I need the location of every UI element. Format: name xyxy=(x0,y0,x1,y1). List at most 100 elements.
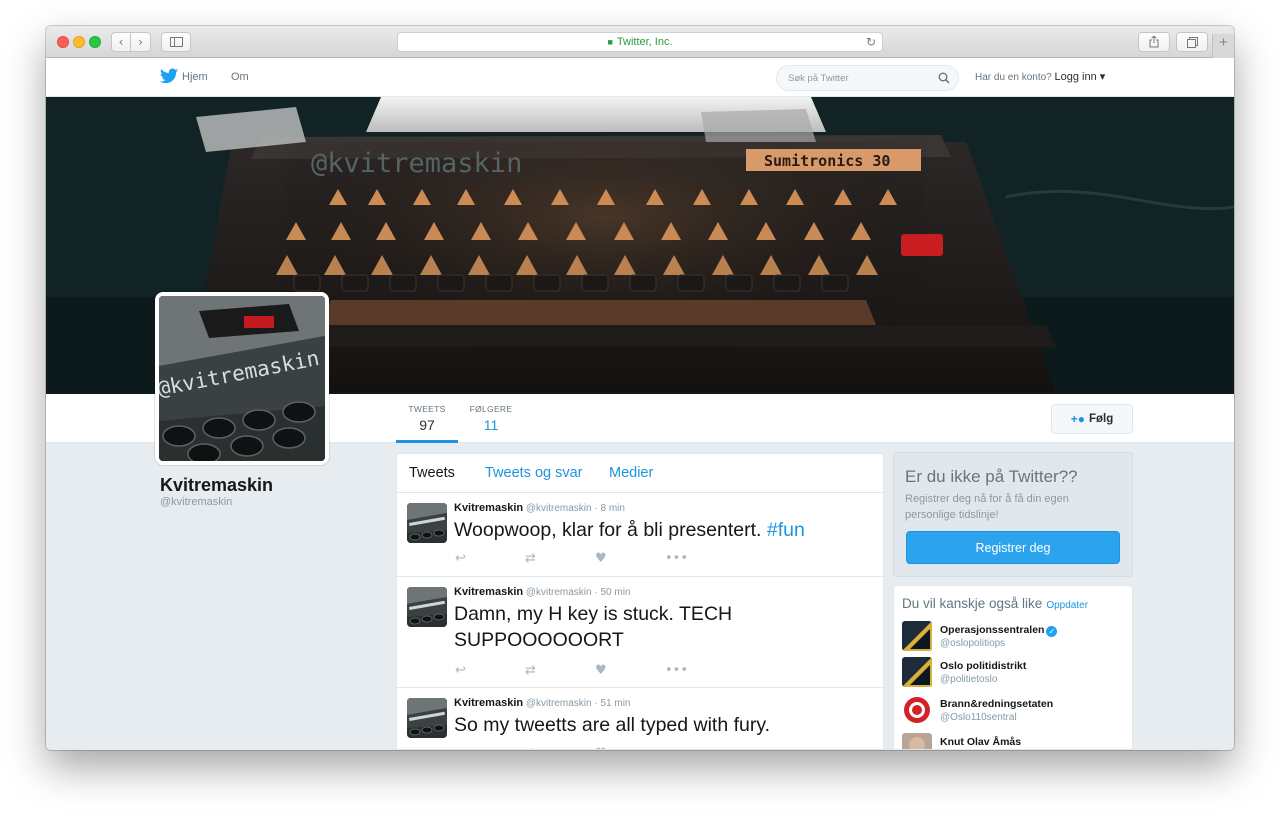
tweet-header: Kvitremaskin @kvitremaskin · 51 min xyxy=(454,697,631,709)
forward-button[interactable]: › xyxy=(131,32,151,52)
tweet[interactable]: Kvitremaskin @kvitremaskin · 8 min Woopw… xyxy=(397,493,883,577)
suggestion-item[interactable]: Knut Olav Åmås xyxy=(902,733,1127,749)
profile-name[interactable]: Kvitremaskin xyxy=(160,475,273,496)
sidebar-toggle-button[interactable] xyxy=(161,32,191,52)
tweet-timestamp[interactable]: · 50 min xyxy=(594,587,630,598)
banner-handle-text: @kvitremaskin xyxy=(311,148,522,179)
search-icon[interactable] xyxy=(938,72,950,84)
suggestion-avatar[interactable] xyxy=(902,621,932,651)
verified-badge-icon: ✓ xyxy=(1046,626,1058,637)
tweet-avatar[interactable] xyxy=(407,698,447,738)
register-button[interactable]: Registrer deg xyxy=(906,531,1120,564)
retweet-icon[interactable]: ⇄ xyxy=(525,551,595,566)
top-navigation: Hjem Om Søk på Twitter Har du en konto? … xyxy=(46,58,1234,97)
tweet-author-handle[interactable]: @kvitremaskin xyxy=(526,587,592,598)
reply-icon[interactable]: ↩ xyxy=(455,551,525,566)
tweet-timestamp[interactable]: · 51 min xyxy=(594,698,630,709)
zoom-window-button[interactable] xyxy=(89,36,101,48)
stat-tweets[interactable]: TWEETS 97 xyxy=(396,404,458,443)
sidebar-icon xyxy=(169,37,183,47)
stat-followers-value: 11 xyxy=(483,417,499,433)
login-dropdown[interactable]: Logg inn ▾ xyxy=(1055,71,1106,83)
suggestion-name[interactable]: Oslo politidistrikt xyxy=(940,660,1026,672)
retweet-icon[interactable]: ⇄ xyxy=(525,663,595,678)
suggestion-name-text: Operasjonssentralen xyxy=(940,624,1045,636)
like-icon[interactable]: ♥ xyxy=(595,663,665,678)
suggestion-item[interactable]: Oslo politidistrikt @politietoslo xyxy=(902,657,1127,689)
nav-about-link[interactable]: Om xyxy=(231,71,249,83)
signup-title: Er du ikke på Twitter?? xyxy=(905,467,1078,486)
timeline: Tweets Tweets og svar Medier Kvitremaski… xyxy=(396,453,884,750)
more-icon[interactable]: ••• xyxy=(665,663,735,678)
reply-icon[interactable]: ↩ xyxy=(455,746,525,749)
tabs-icon xyxy=(1186,36,1198,48)
browser-toolbar: ‹ › ■ Twitter, Inc. ↻ + xyxy=(46,26,1234,58)
tweet-text: So my tweetts are all typed with fury. xyxy=(454,714,771,736)
tweet[interactable]: Kvitremaskin @kvitremaskin · 51 min So m… xyxy=(397,688,883,749)
tweet-author-name[interactable]: Kvitremaskin xyxy=(454,697,523,709)
suggestion-handle[interactable]: @politietoslo xyxy=(940,674,997,685)
suggestion-avatar[interactable] xyxy=(902,657,932,687)
tweet-timestamp[interactable]: · 8 min xyxy=(594,503,625,514)
tabs-overview-button[interactable] xyxy=(1176,32,1208,52)
avatar-image: @kvitremaskin xyxy=(159,296,325,461)
more-icon[interactable]: ••• xyxy=(665,551,735,566)
tab-tweets-and-replies[interactable]: Tweets og svar xyxy=(485,465,583,481)
suggestions-title: Du vil kanskje også like Oppdater xyxy=(902,596,1088,611)
tweet-author-handle[interactable]: @kvitremaskin xyxy=(526,503,592,514)
browser-window: ‹ › ■ Twitter, Inc. ↻ + Hjem Om Søk på T… xyxy=(46,26,1234,750)
profile-avatar[interactable]: @kvitremaskin xyxy=(155,292,329,465)
tweet-author-name[interactable]: Kvitremaskin xyxy=(454,502,523,514)
stat-tweets-value: 97 xyxy=(419,417,435,433)
tweet-actions: ↩ ⇄ ♥ ••• xyxy=(455,663,735,678)
tweet[interactable]: Kvitremaskin @kvitremaskin · 50 min Damn… xyxy=(397,577,883,688)
share-icon xyxy=(1149,36,1159,48)
follow-button[interactable]: +● Følg xyxy=(1051,404,1133,434)
signup-module: Er du ikke på Twitter?? Registrer deg nå… xyxy=(893,452,1133,577)
back-button[interactable]: ‹ xyxy=(111,32,131,52)
reload-icon[interactable]: ↻ xyxy=(866,35,876,49)
minimize-window-button[interactable] xyxy=(73,36,85,48)
address-bar[interactable]: ■ Twitter, Inc. ↻ xyxy=(397,32,883,52)
tweet-header: Kvitremaskin @kvitremaskin · 50 min xyxy=(454,586,631,598)
tweet-author-handle[interactable]: @kvitremaskin xyxy=(526,698,592,709)
suggestion-item[interactable]: Brann&redningsetaten @Oslo110sentral xyxy=(902,695,1127,727)
like-icon[interactable]: ♥ xyxy=(595,746,665,749)
retweet-icon[interactable]: ⇄ xyxy=(525,746,595,749)
timeline-tabs: Tweets Tweets og svar Medier xyxy=(397,454,883,493)
suggestion-item[interactable]: Operasjonssentralen ✓ @oslopolitiops xyxy=(902,621,1127,653)
close-window-button[interactable] xyxy=(57,36,69,48)
profile-handle[interactable]: @kvitremaskin xyxy=(160,496,232,508)
share-button[interactable] xyxy=(1138,32,1170,52)
tweet-text-body: Woopwoop, klar for å bli presentert. xyxy=(454,519,762,541)
suggestion-avatar[interactable] xyxy=(902,733,932,749)
new-tab-button[interactable]: + xyxy=(1212,34,1234,58)
more-icon[interactable]: ••• xyxy=(665,746,735,749)
login-prompt: Har du en konto? Logg inn ▾ xyxy=(975,70,1105,83)
suggestion-name[interactable]: Knut Olav Åmås xyxy=(940,736,1021,748)
suggestions-title-text: Du vil kanskje også like xyxy=(902,596,1043,611)
reply-icon[interactable]: ↩ xyxy=(455,663,525,678)
like-icon[interactable]: ♥ xyxy=(595,551,665,566)
tab-tweets[interactable]: Tweets xyxy=(409,465,455,481)
tweet-author-name[interactable]: Kvitremaskin xyxy=(454,586,523,598)
suggestion-name[interactable]: Operasjonssentralen ✓ xyxy=(940,624,1058,637)
search-input[interactable]: Søk på Twitter xyxy=(776,65,959,91)
tweet-text: Woopwoop, klar for å bli presentert. #fu… xyxy=(454,517,874,543)
tab-media[interactable]: Medier xyxy=(609,465,653,481)
suggestion-avatar[interactable] xyxy=(902,695,932,725)
tweet-header: Kvitremaskin @kvitremaskin · 8 min xyxy=(454,502,625,514)
account-question: Har du en konto? xyxy=(975,72,1052,83)
stat-followers-label: FØLGERE xyxy=(469,404,513,414)
tweet-avatar[interactable] xyxy=(407,503,447,543)
nav-home-link[interactable]: Hjem xyxy=(182,71,208,83)
refresh-suggestions-link[interactable]: Oppdater xyxy=(1046,600,1088,611)
stat-followers[interactable]: FØLGERE 11 xyxy=(466,404,516,433)
twitter-bird-icon[interactable] xyxy=(160,68,178,84)
tweet-avatar[interactable] xyxy=(407,587,447,627)
suggestion-handle[interactable]: @oslopolitiops xyxy=(940,638,1005,649)
hashtag-link[interactable]: #fun xyxy=(767,519,805,541)
suggestion-name[interactable]: Brann&redningsetaten xyxy=(940,698,1053,710)
suggestions-module: Du vil kanskje også like Oppdater Operasj… xyxy=(893,585,1133,750)
suggestion-handle[interactable]: @Oslo110sentral xyxy=(940,712,1017,723)
